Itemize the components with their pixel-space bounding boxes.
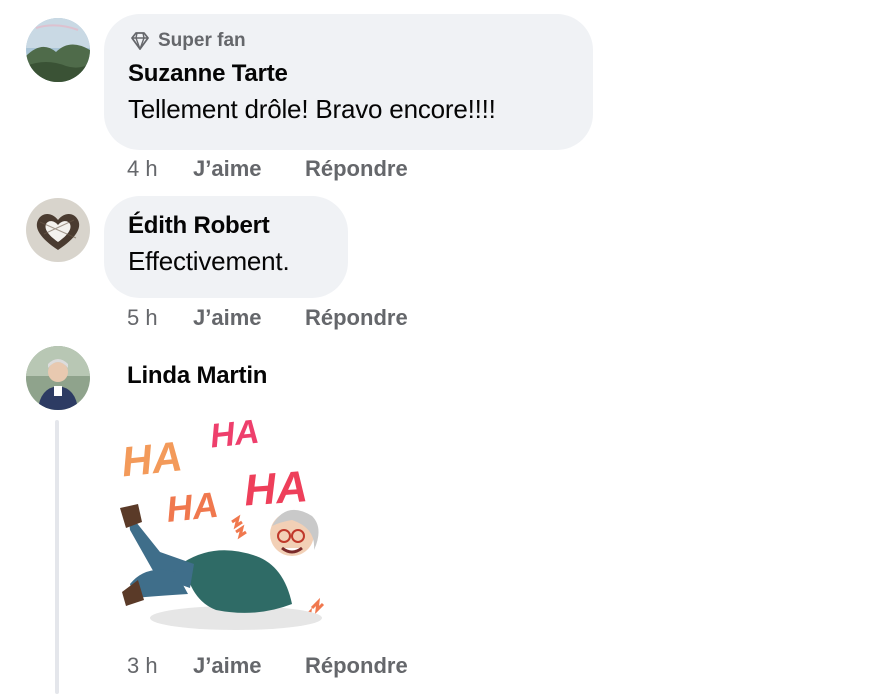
- comment-timestamp[interactable]: 4 h: [127, 156, 193, 182]
- badge-label: Super fan: [158, 30, 246, 51]
- reply-button[interactable]: Répondre: [305, 653, 408, 679]
- sticker-ha-text: HA: [119, 432, 184, 485]
- diamond-icon: [131, 32, 149, 50]
- comment-author[interactable]: Édith Robert: [128, 212, 270, 240]
- comment-bubble: Super fan Suzanne Tarte Tellement drôle!…: [104, 14, 593, 150]
- comment-actions: 4 h J’aime Répondre: [127, 156, 408, 182]
- sticker-ha-text: HA: [164, 484, 220, 530]
- thread-line: [55, 420, 59, 694]
- avatar-person-image: [26, 346, 90, 410]
- like-button[interactable]: J’aime: [193, 156, 305, 182]
- comment-bubble: Édith Robert Effectivement.: [104, 196, 348, 298]
- sticker-ha-text: HA: [208, 413, 261, 456]
- comment-actions: 5 h J’aime Répondre: [127, 305, 408, 331]
- comment-text: Tellement drôle! Bravo encore!!!!: [128, 94, 496, 124]
- comment-author[interactable]: Linda Martin: [127, 362, 267, 390]
- comment-timestamp[interactable]: 3 h: [127, 653, 193, 679]
- like-button[interactable]: J’aime: [193, 653, 305, 679]
- reply-button[interactable]: Répondre: [305, 305, 408, 331]
- avatar-heart-wreath-image: [26, 198, 90, 262]
- laughing-sticker[interactable]: HA HA HA HA: [116, 404, 340, 644]
- avatar-landscape-image: [26, 18, 90, 82]
- reply-button[interactable]: Répondre: [305, 156, 408, 182]
- avatar[interactable]: [26, 18, 90, 82]
- like-button[interactable]: J’aime: [193, 305, 305, 331]
- sticker-ha-text: HA: [242, 462, 309, 515]
- laughing-grandma-sticker-image: HA HA HA HA: [119, 413, 325, 630]
- comment-actions: 3 h J’aime Répondre: [127, 653, 408, 679]
- avatar[interactable]: [26, 198, 90, 262]
- comment-author[interactable]: Suzanne Tarte: [128, 60, 288, 88]
- super-fan-badge: Super fan: [128, 28, 569, 54]
- comment-text: Effectivement.: [128, 246, 290, 276]
- avatar[interactable]: [26, 346, 90, 410]
- comment-timestamp[interactable]: 5 h: [127, 305, 193, 331]
